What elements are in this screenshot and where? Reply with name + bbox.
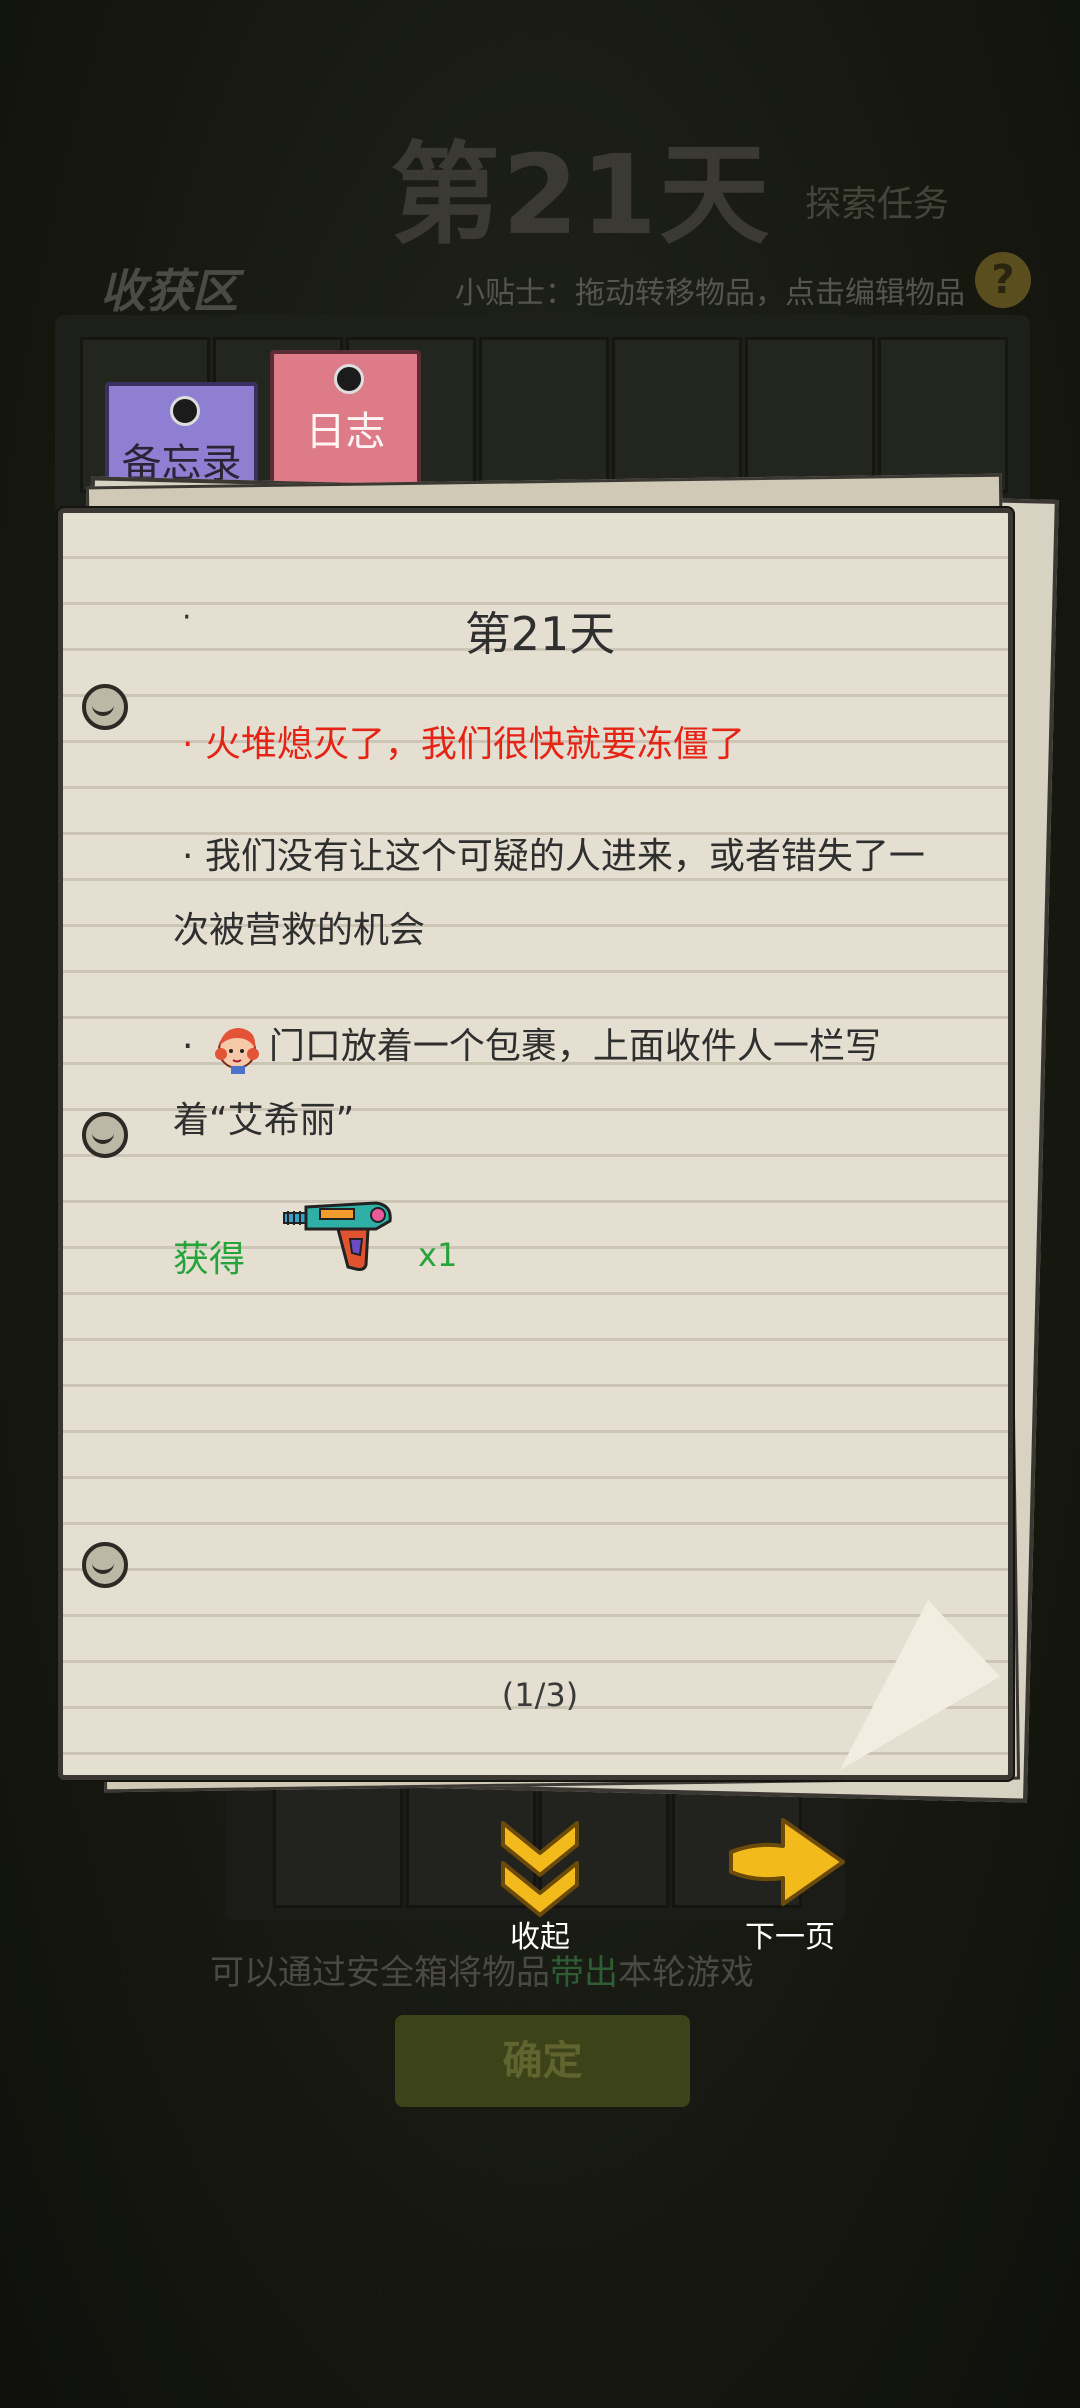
collapse-button-label[interactable]: 收起: [470, 1912, 610, 1956]
character-avatar-icon: [214, 1028, 259, 1074]
reward-count: x1: [418, 1236, 458, 1274]
pin-icon: [169, 396, 200, 426]
arrow-right-icon: [729, 1818, 845, 1906]
background-day-title: 第21天: [390, 131, 772, 259]
collapse-button[interactable]: [495, 1815, 585, 1925]
binder-ring-icon: [82, 1112, 128, 1158]
safe-box-slot: [273, 1782, 403, 1908]
background-tip-text: 小贴士：拖动转移物品，点击编辑物品: [455, 276, 965, 311]
help-icon: ?: [975, 252, 1031, 308]
page-indicator: (1/3): [501, 1676, 579, 1714]
journal-entry-2: · 我们没有让这个可疑的人进来，或者错失了一次被营救的机会: [173, 836, 925, 951]
double-chevron-down-icon: [501, 1821, 579, 1917]
reward-label: 获得: [173, 1239, 246, 1280]
inventory-slot: [745, 337, 875, 493]
tab-log-label: 日志: [305, 409, 386, 455]
binder-ring-icon: [82, 684, 128, 730]
toy-blaster-gun-icon: [283, 1201, 392, 1271]
next-page-button[interactable]: [725, 1812, 850, 1912]
background-task-label: 探索任务: [805, 184, 950, 225]
background-confirm-button: 确定: [395, 2015, 690, 2107]
pin-icon: [333, 364, 364, 394]
inventory-slot: [479, 337, 609, 493]
next-page-button-label[interactable]: 下一页: [720, 1912, 860, 1956]
background-harvest-zone-title: 收获区: [100, 264, 238, 318]
journal-entry-1: · 火堆熄灭了，我们很快就要冻僵了: [182, 724, 745, 765]
journal-heading: 第21天: [464, 607, 616, 661]
inventory-slot: [612, 337, 742, 493]
inventory-slot: [878, 337, 1008, 493]
binder-ring-icon: [82, 1542, 128, 1588]
journal-entry-3: · 门口放着一个包裹，上面收件人一栏写着“艾希丽”: [173, 1010, 953, 1158]
tab-log[interactable]: 日志: [270, 350, 421, 503]
